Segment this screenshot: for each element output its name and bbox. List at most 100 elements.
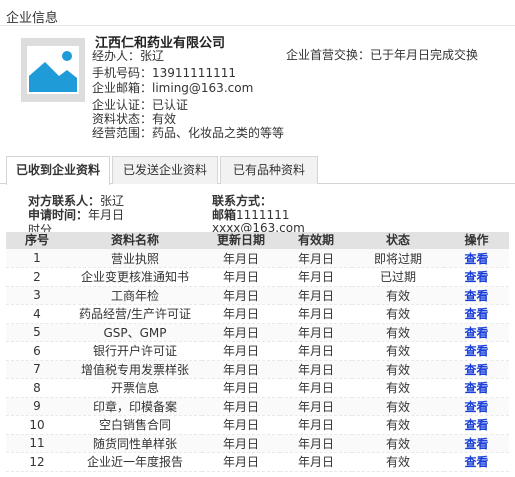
view-link[interactable]: 查看 — [464, 437, 488, 451]
cell-validity: 年月日 — [280, 360, 352, 379]
cell-validity: 年月日 — [280, 415, 352, 435]
cell-update-date: 年月日 — [202, 415, 280, 435]
table-row: 6 银行开户许可证 年月日 年月日 有效 查看 — [6, 341, 509, 361]
view-link[interactable]: 查看 — [464, 363, 488, 377]
cell-status: 有效 — [352, 434, 444, 453]
cell-status: 已过期 — [352, 267, 444, 287]
cell-action: 查看 — [444, 434, 509, 453]
company-logo-placeholder-image-icon — [21, 38, 85, 102]
cell-update-date: 年月日 — [202, 397, 280, 416]
cell-update-date: 年月日 — [202, 452, 280, 472]
cell-index: 9 — [6, 397, 68, 416]
first-exchange-note: 企业首营交换：已于年月日完成交换 — [286, 48, 479, 62]
cell-doc-name: 开票信息 — [68, 378, 202, 398]
cell-doc-name: 增值税专用发票样张 — [68, 360, 202, 379]
view-link[interactable]: 查看 — [464, 326, 488, 340]
view-link[interactable]: 查看 — [464, 270, 488, 284]
tab-sent-company-docs[interactable]: 已发送企业资料 — [112, 156, 218, 184]
cell-update-date: 年月日 — [202, 378, 280, 398]
table-row: 9 印章，印模备案 年月日 年月日 有效 查看 — [6, 397, 509, 416]
cell-status: 有效 — [352, 378, 444, 398]
view-link[interactable]: 查看 — [464, 344, 488, 358]
view-link[interactable]: 查看 — [464, 252, 488, 266]
cell-action: 查看 — [444, 286, 509, 305]
cell-status: 有效 — [352, 397, 444, 416]
cell-doc-name: 药品经营/生产许可证 — [68, 304, 202, 324]
cell-index: 7 — [6, 360, 68, 379]
cell-update-date: 年月日 — [202, 249, 280, 268]
table-row: 10 空白销售合同 年月日 年月日 有效 查看 — [6, 415, 509, 435]
table-row: 2 企业变更核准通知书 年月日 年月日 已过期 查看 — [6, 267, 509, 287]
cell-action: 查看 — [444, 397, 509, 416]
cell-update-date: 年月日 — [202, 267, 280, 287]
tab-received-company-docs[interactable]: 已收到企业资料 — [6, 156, 110, 185]
header-update-date: 更新日期 — [202, 232, 280, 249]
view-link[interactable]: 查看 — [464, 418, 488, 432]
cell-update-date: 年月日 — [202, 286, 280, 305]
view-link[interactable]: 查看 — [464, 455, 488, 469]
email-info: 企业邮箱：liming@163.com — [92, 81, 254, 95]
cell-validity: 年月日 — [280, 378, 352, 398]
section-divider — [0, 25, 515, 26]
cell-update-date: 年月日 — [202, 323, 280, 342]
view-link[interactable]: 查看 — [464, 400, 488, 414]
business-scope-info: 经营范围：药品、化妆品之类的等等 — [92, 126, 285, 140]
cell-validity: 年月日 — [280, 249, 352, 268]
cell-validity: 年月日 — [280, 452, 352, 472]
cell-action: 查看 — [444, 249, 509, 268]
cell-doc-name: 工商年检 — [68, 286, 202, 305]
cell-action: 查看 — [444, 452, 509, 472]
cell-status: 有效 — [352, 304, 444, 324]
cell-update-date: 年月日 — [202, 360, 280, 379]
cell-doc-name: 企业近一年度报告 — [68, 452, 202, 472]
cell-validity: 年月日 — [280, 267, 352, 287]
application-time-label: 申请时间： — [28, 208, 89, 222]
documents-table: 序号 资料名称 更新日期 有效期 状态 操作 1 营业执照 年月日 年月日 即将过期 查看… — [6, 232, 509, 472]
cell-index: 1 — [6, 249, 68, 268]
view-link[interactable]: 查看 — [464, 307, 488, 321]
tab-bar: 已收到企业资料 已发送企业资料 已有品种资料 — [0, 156, 515, 185]
header-index: 序号 — [6, 232, 68, 249]
cell-status: 有效 — [352, 452, 444, 472]
cell-index: 4 — [6, 304, 68, 324]
cell-status: 有效 — [352, 360, 444, 379]
cell-action: 查看 — [444, 267, 509, 287]
table-row: 7 增值税专用发票样张 年月日 年月日 有效 查看 — [6, 360, 509, 379]
cell-doc-name: 印章，印模备案 — [68, 397, 202, 416]
header-status: 状态 — [352, 232, 444, 249]
contact-email-label: 邮箱 — [212, 208, 237, 222]
cell-status: 有效 — [352, 323, 444, 342]
cell-index: 5 — [6, 323, 68, 342]
table-row: 11 随货同性单样张 年月日 年月日 有效 查看 — [6, 434, 509, 453]
table-row: 3 工商年检 年月日 年月日 有效 查看 — [6, 286, 509, 305]
cell-action: 查看 — [444, 360, 509, 379]
cell-doc-name: 营业执照 — [68, 249, 202, 268]
contact-email-value: 1111111 — [236, 208, 290, 222]
cell-doc-name: 银行开户许可证 — [68, 341, 202, 361]
cell-index: 10 — [6, 415, 68, 435]
cell-index: 8 — [6, 378, 68, 398]
cell-doc-name: GSP、GMP — [68, 323, 202, 342]
cell-index: 3 — [6, 286, 68, 305]
cell-doc-name: 空白销售合同 — [68, 415, 202, 435]
cell-index: 6 — [6, 341, 68, 361]
table-row: 8 开票信息 年月日 年月日 有效 查看 — [6, 378, 509, 398]
cell-action: 查看 — [444, 378, 509, 398]
tab-existing-product-docs[interactable]: 已有品种资料 — [220, 156, 318, 184]
cell-action: 查看 — [444, 323, 509, 342]
cell-validity: 年月日 — [280, 304, 352, 324]
header-action: 操作 — [444, 232, 509, 249]
cell-update-date: 年月日 — [202, 434, 280, 453]
cell-doc-name: 随货同性单样张 — [68, 434, 202, 453]
cell-action: 查看 — [444, 341, 509, 361]
cell-status: 即将过期 — [352, 249, 444, 268]
cell-validity: 年月日 — [280, 341, 352, 361]
header-validity: 有效期 — [280, 232, 352, 249]
cell-index: 2 — [6, 267, 68, 287]
view-link[interactable]: 查看 — [464, 381, 488, 395]
header-doc-name: 资料名称 — [68, 232, 202, 249]
view-link[interactable]: 查看 — [464, 289, 488, 303]
cell-status: 有效 — [352, 286, 444, 305]
cell-update-date: 年月日 — [202, 341, 280, 361]
table-header-row: 序号 资料名称 更新日期 有效期 状态 操作 — [6, 232, 509, 249]
